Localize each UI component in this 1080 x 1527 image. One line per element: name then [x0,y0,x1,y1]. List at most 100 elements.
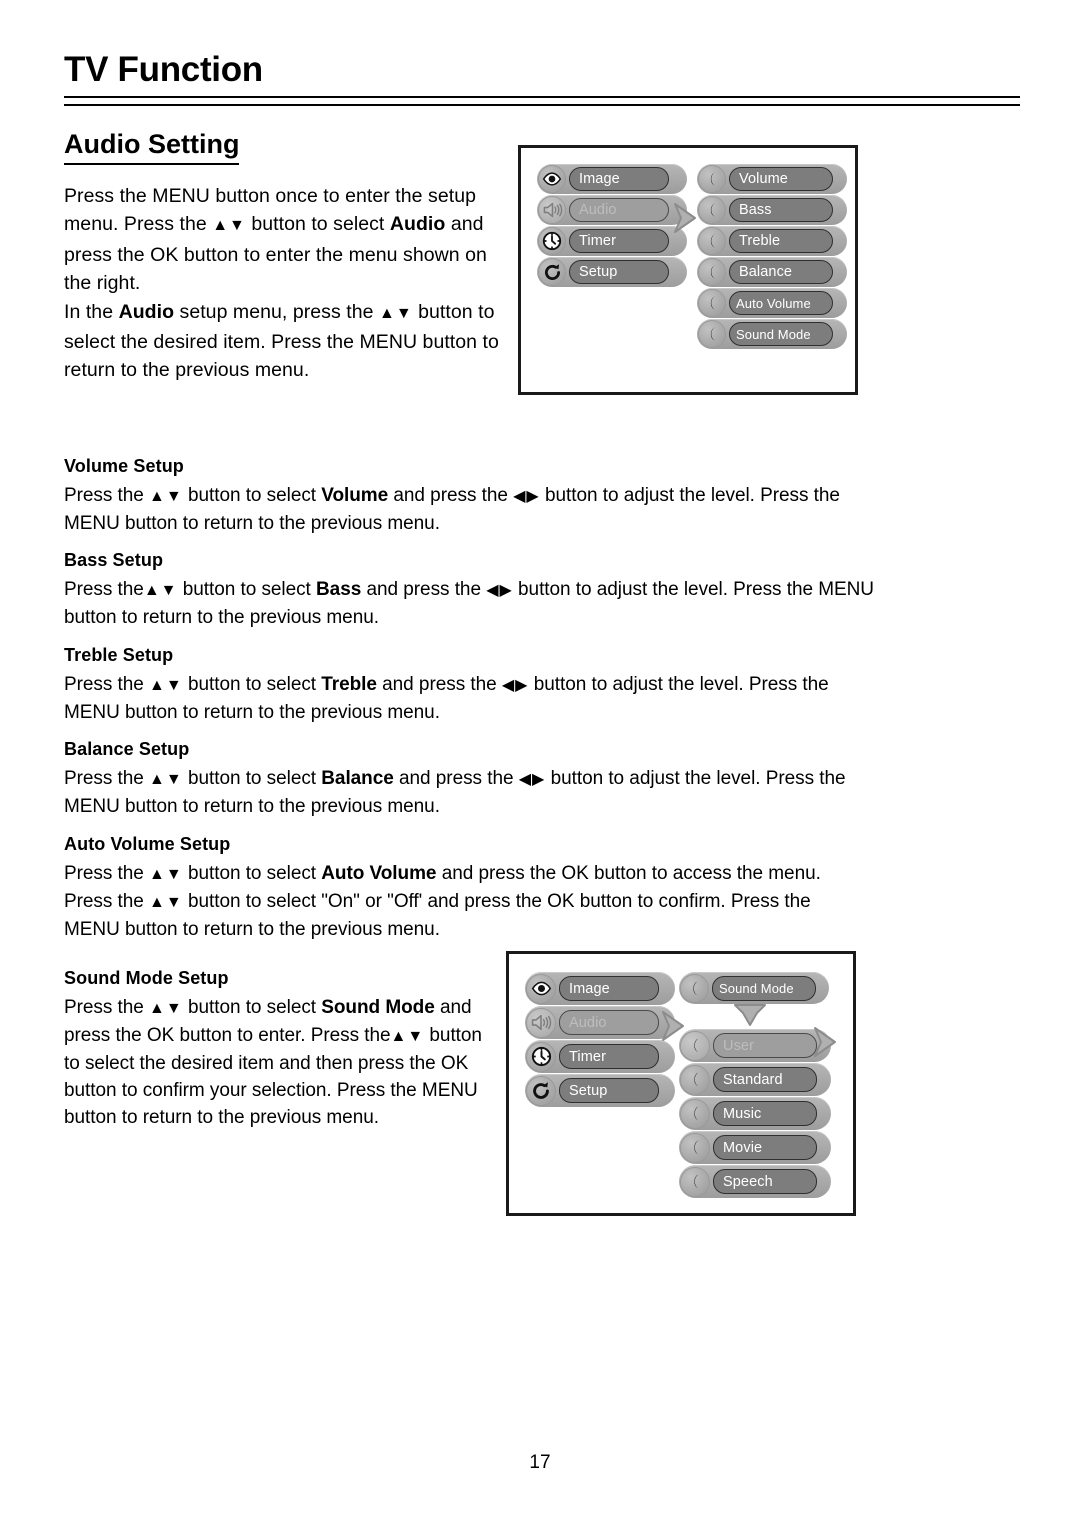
body-text: button to select [182,863,322,884]
body-text: Press the [64,579,144,600]
clock-icon [526,1041,556,1072]
osd-menu-item-image[interactable]: Image [525,972,675,1005]
flow-arrow-right-icon [657,1006,693,1051]
osd-label: Image [569,167,669,191]
flow-arrow-down-icon [727,999,773,1042]
subsection-body: Press the ▲▼ button to select Sound Mode… [64,994,494,1131]
body-text: button to select [182,485,322,506]
body-text: button to select [182,768,322,789]
osd-submenu-item-bass[interactable]: Bass [697,195,847,225]
osd-label: Sound Mode [729,322,833,346]
crescent-icon [698,258,726,286]
osd-diagram-sound-mode-menu: Image Audio Timer Setup Sound Mode User … [506,951,856,1216]
osd-submenu-item-auto-volume[interactable]: Auto Volume [697,288,847,318]
intro-line-2: In the Audio setup menu, press the ▲▼ bu… [64,298,504,385]
osd-label: Standard [713,1067,817,1092]
body-text: Press the [64,768,150,789]
up-down-arrow-icon: ▲▼ [149,771,183,788]
up-down-arrow-icon-2: ▲▼ [149,894,183,911]
subsection-body: Press the▲▼ button to select Bass and pr… [64,576,876,631]
osd-submenu-item-treble[interactable]: Treble [697,226,847,256]
left-right-arrow-icon: ◀▶ [513,488,540,505]
section-sound-mode-setup: Sound Mode Setup Press the ▲▼ button to … [64,968,494,1131]
subsection-heading: Balance Setup [64,739,190,759]
osd-label: Auto Volume [729,291,833,315]
subsection-heading: Volume Setup [64,456,184,476]
crescent-icon [698,289,726,317]
up-down-arrow-icon: ▲▼ [149,677,183,694]
section-balance-setup: Balance Setup Press the ▲▼ button to sel… [64,739,854,820]
crescent-icon [698,320,726,348]
flow-arrow-right-icon [669,198,705,243]
manual-page: TV Function Audio Setting Press the MENU… [0,0,1080,1527]
body-term: Auto Volume [321,863,437,884]
osd-menu-item-setup[interactable]: Setup [537,257,687,287]
osd-label: Speech [713,1169,817,1194]
osd-label: Image [559,976,659,1001]
osd-menu-item-image[interactable]: Image [537,164,687,194]
osd-option-music[interactable]: Music [679,1097,831,1130]
osd-label: Timer [569,229,669,253]
osd-menu-item-audio[interactable]: Audio [525,1006,675,1039]
osd-label: Movie [713,1135,817,1160]
osd-label: Timer [559,1044,659,1069]
osd-label: Setup [569,260,669,284]
clock-icon [538,227,566,255]
osd-sound-mode-options-column: User Standard Music Movie Speech [679,1029,831,1199]
body-text: and press the [393,768,519,789]
body-term: Balance [321,768,394,789]
osd-main-menu-column: Image Audio Timer Setup [525,972,675,1108]
body-text: Press the [64,863,150,884]
section-volume-setup: Volume Setup Press the ▲▼ button to sele… [64,456,876,537]
subsection-heading: Auto Volume Setup [64,834,231,854]
subsection-body: Press the ▲▼ button to select Volume and… [64,482,876,537]
osd-label: Audio [569,198,669,222]
osd-menu-item-timer[interactable]: Timer [525,1040,675,1073]
section-bass-setup: Bass Setup Press the▲▼ button to select … [64,550,876,631]
osd-option-speech[interactable]: Speech [679,1165,831,1198]
intro-text-1b: button to select [245,213,390,236]
left-right-arrow-icon: ◀▶ [518,771,546,788]
body-term: Volume [321,485,389,506]
crescent-icon [698,165,726,193]
crescent-icon [680,1098,710,1129]
subsection-body: Press the ▲▼ button to select Balance an… [64,765,854,820]
osd-label: Setup [559,1078,659,1103]
crescent-icon [680,973,709,1003]
refresh-icon [538,258,566,286]
osd-submenu-item-balance[interactable]: Balance [697,257,847,287]
intro-line-1: Press the MENU button once to enter the … [64,182,504,298]
page-title: TV Function [64,50,263,89]
speaker-icon [538,196,566,224]
section-auto-volume-setup: Auto Volume Setup Press the ▲▼ button to… [64,834,864,943]
osd-label: Volume [729,167,833,191]
osd-label: Bass [729,198,833,222]
section-heading: Audio Setting [64,129,240,165]
body-term: Bass [316,579,362,600]
osd-submenu-item-volume[interactable]: Volume [697,164,847,194]
osd-submenu-item-sound-mode[interactable]: Sound Mode [697,319,847,349]
osd-label: Treble [729,229,833,253]
up-down-arrow-icon: ▲▼ [149,866,183,883]
body-term: Treble [321,674,377,695]
osd-menu-item-audio[interactable]: Audio [537,195,687,225]
left-right-arrow-icon: ◀▶ [501,677,529,694]
osd-option-movie[interactable]: Movie [679,1131,831,1164]
osd-menu-item-timer[interactable]: Timer [537,226,687,256]
speaker-icon [526,1007,556,1038]
section-treble-setup: Treble Setup Press the ▲▼ button to sele… [64,645,854,726]
body-text: and press the [376,674,502,695]
body-term: Sound Mode [321,997,435,1018]
intro-text-2a: In the [64,300,119,323]
crescent-icon [680,1132,710,1163]
header-divider [64,96,1020,106]
intro-paragraph: Press the MENU button once to enter the … [64,182,504,385]
body-text: Press the [64,485,150,506]
body-text: Press the [64,997,150,1018]
osd-label: Audio [559,1010,659,1035]
body-text: and press the [361,579,487,600]
osd-option-standard[interactable]: Standard [679,1063,831,1096]
osd-menu-item-setup[interactable]: Setup [525,1074,675,1107]
crescent-icon [680,1166,710,1197]
osd-audio-submenu-column: Volume Bass Treble Balance Auto Volume S… [697,164,847,350]
